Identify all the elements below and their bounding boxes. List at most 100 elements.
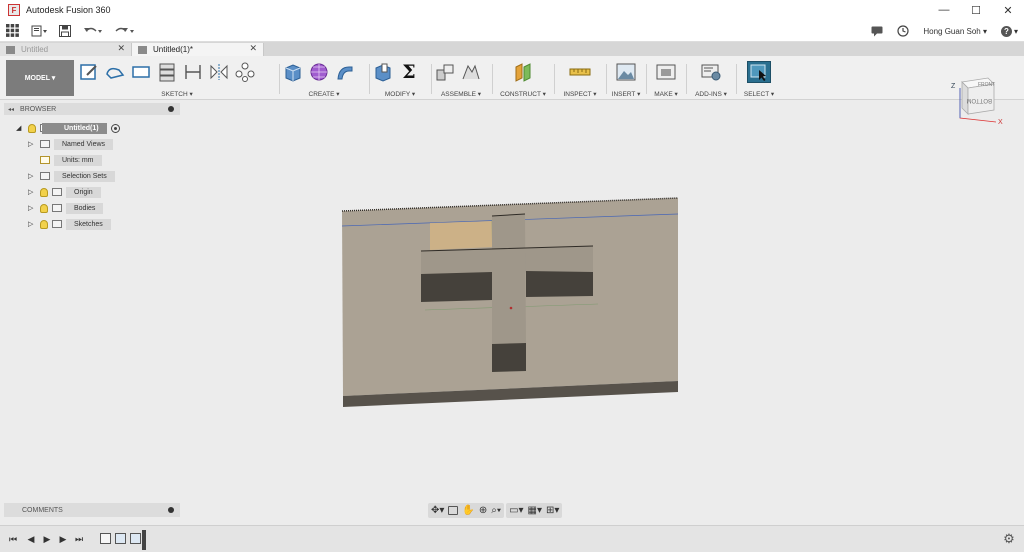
close-tab-icon[interactable]: ✕ [117, 43, 125, 54]
clock-icon[interactable] [897, 25, 909, 37]
maximize-button[interactable]: ☐ [960, 0, 992, 20]
visibility-bulb-icon[interactable] [28, 123, 36, 133]
timeline-extrude-feature-icon[interactable] [115, 533, 126, 544]
line-tool-icon[interactable] [104, 61, 126, 83]
document-tab-untitled-1[interactable]: Untitled(1)* ✕ [132, 43, 264, 56]
settings-gear-icon[interactable]: ⚙ [1002, 531, 1016, 546]
zoom-icon[interactable]: ⊕ [479, 505, 487, 516]
fit-zoom-icon[interactable]: ⌕▾ [491, 505, 501, 516]
save-button[interactable] [53, 20, 77, 42]
timeline-sketch-feature-icon[interactable] [100, 533, 111, 544]
3d-print-icon[interactable] [655, 61, 677, 83]
viewcube-front-label[interactable]: FRONT [978, 82, 995, 88]
origin-point-icon [509, 306, 513, 310]
tree-item-sketches[interactable]: ▷ Sketches [28, 218, 111, 230]
user-account-menu[interactable]: Hong Guan Soh ▾ [923, 27, 987, 36]
visibility-bulb-icon[interactable] [40, 187, 48, 197]
expand-triangle-icon[interactable]: ▷ [28, 172, 36, 180]
make-menu[interactable]: MAKE ▾ [649, 90, 683, 98]
redo-button[interactable] [109, 20, 141, 42]
look-at-icon[interactable] [448, 506, 459, 515]
expand-triangle-icon[interactable]: ▷ [28, 220, 36, 228]
cross-vertical-arm-side[interactable] [492, 343, 526, 372]
workspace-switcher-button[interactable]: MODEL ▾ [6, 60, 74, 96]
cross-vertical-arm-top[interactable] [492, 214, 526, 344]
create-menu[interactable]: CREATE ▾ [282, 90, 366, 98]
pattern-icon[interactable] [234, 61, 256, 83]
insert-image-icon[interactable] [615, 61, 637, 83]
timeline-extrude-feature-icon[interactable] [130, 533, 141, 544]
select-tool-icon[interactable] [747, 61, 771, 83]
timeline-last-button[interactable]: ⏭ [74, 534, 84, 544]
measure-icon[interactable] [569, 61, 591, 83]
assemble-menu[interactable]: ASSEMBLE ▾ [434, 90, 488, 98]
sketch-profile-highlight[interactable] [430, 221, 492, 250]
tree-item-units[interactable]: Units: mm [40, 154, 102, 166]
new-component-icon[interactable] [434, 61, 456, 83]
mirror-icon[interactable] [208, 61, 230, 83]
viewcube[interactable]: FRONT BOTTOM Z X [948, 74, 1006, 126]
visibility-bulb-icon[interactable] [40, 203, 48, 213]
tree-item-bodies[interactable]: ▷ Bodies [28, 202, 104, 214]
create-sketch-icon[interactable] [78, 61, 100, 83]
timeline-play-button[interactable]: ▶ [42, 534, 52, 544]
visibility-bulb-icon[interactable] [40, 219, 48, 229]
expand-triangle-icon[interactable]: ▷ [28, 140, 36, 148]
expand-triangle-icon[interactable]: ▷ [28, 188, 36, 196]
tree-item-root[interactable]: ◢ Untitled(1) [16, 122, 120, 134]
browser-panel-header[interactable]: ◂◂ BROWSER [4, 103, 180, 115]
timeline-marker-handle[interactable] [142, 530, 146, 550]
tree-item-selection-sets[interactable]: ▷ Selection Sets [28, 170, 115, 182]
tree-item-origin[interactable]: ▷ Origin [28, 186, 101, 198]
cross-horizontal-arm-side-left[interactable] [421, 272, 492, 302]
close-tab-icon[interactable]: ✕ [249, 43, 257, 54]
pan-hand-icon[interactable]: ✋ [462, 505, 474, 516]
press-pull-icon[interactable] [372, 61, 394, 83]
tree-item-named-views[interactable]: ▷ Named Views [28, 138, 114, 150]
toolbar-ribbon: MODEL ▾ SKETCH ▾ CREATE ▾ Σ MODIFY ▾ ASS… [0, 56, 1024, 100]
grid-settings-icon[interactable]: ▦▾ [528, 505, 542, 516]
select-menu[interactable]: SELECT ▾ [739, 90, 779, 98]
joint-icon[interactable] [460, 61, 482, 83]
help-menu-button[interactable]: ? ▾ [1000, 25, 1018, 37]
expand-triangle-icon[interactable]: ▷ [28, 204, 36, 212]
viewcube-bottom-label[interactable]: BOTTOM [966, 97, 992, 103]
sigma-icon[interactable]: Σ [398, 61, 420, 83]
data-panel-grid-icon[interactable] [0, 20, 25, 42]
dimension-icon[interactable] [182, 61, 204, 83]
form-icon[interactable] [308, 61, 330, 83]
sweep-icon[interactable] [334, 61, 356, 83]
collapse-panel-icon[interactable]: ◂◂ [8, 106, 14, 113]
ribbon-separator [686, 64, 687, 94]
expanded-triangle-icon[interactable]: ◢ [16, 124, 24, 132]
construct-menu[interactable]: CONSTRUCT ▾ [495, 90, 551, 98]
close-button[interactable]: ✕ [992, 0, 1024, 20]
timeline-first-button[interactable]: ⏮ [8, 534, 18, 544]
timeline-next-button[interactable]: ▶ [58, 534, 68, 544]
model-viewport[interactable] [330, 190, 690, 420]
pin-panel-icon[interactable] [168, 106, 174, 112]
document-tab-untitled[interactable]: Untitled ✕ [0, 43, 132, 56]
stop-sketch-icon[interactable] [156, 61, 178, 83]
pin-panel-icon[interactable] [168, 507, 174, 513]
sketch-menu[interactable]: SKETCH ▾ [78, 90, 276, 98]
scripts-addins-icon[interactable] [700, 61, 722, 83]
minimize-button[interactable]: — [928, 0, 960, 20]
inspect-menu[interactable]: INSPECT ▾ [557, 90, 603, 98]
offset-plane-icon[interactable] [512, 61, 534, 83]
add-ins-menu[interactable]: ADD-INS ▾ [689, 90, 733, 98]
orbit-icon[interactable]: ✥▾ [431, 505, 444, 516]
file-menu-button[interactable] [25, 20, 53, 42]
cross-horizontal-arm-side-right[interactable] [526, 271, 593, 297]
job-status-icon[interactable] [871, 26, 883, 37]
undo-button[interactable] [77, 20, 109, 42]
comments-panel-header[interactable]: COMMENTS [4, 503, 180, 517]
insert-menu[interactable]: INSERT ▾ [609, 90, 643, 98]
rectangle-tool-icon[interactable] [130, 61, 152, 83]
timeline-previous-button[interactable]: ◀ [26, 534, 36, 544]
activate-component-icon[interactable] [110, 123, 120, 133]
extrude-icon[interactable] [282, 61, 304, 83]
viewports-icon[interactable]: ⊞▾ [546, 505, 559, 516]
modify-menu[interactable]: MODIFY ▾ [372, 90, 428, 98]
display-settings-icon[interactable]: ▭▾ [509, 505, 523, 516]
